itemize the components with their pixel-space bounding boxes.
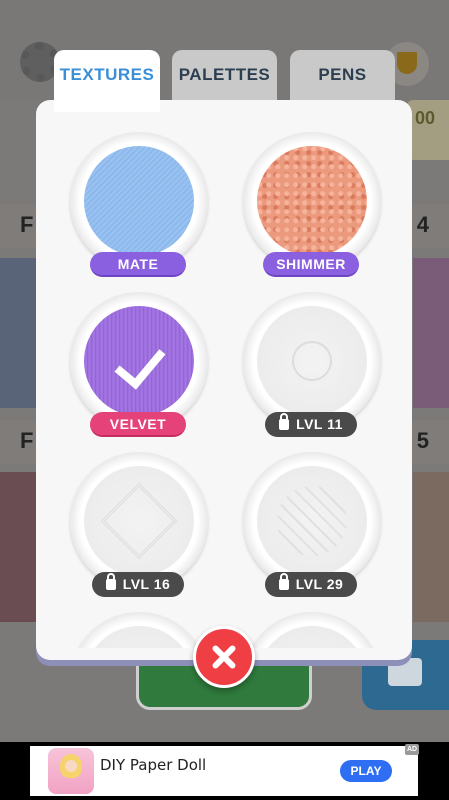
- coins-counter: 00: [407, 100, 449, 160]
- paper-doll-app-icon[interactable]: [48, 748, 94, 794]
- ad-banner[interactable]: DIY Paper Doll PLAY: [30, 746, 418, 796]
- close-button[interactable]: [193, 626, 255, 688]
- diamond-pattern: [100, 482, 178, 560]
- lock-icon: [278, 573, 289, 590]
- tab-pens[interactable]: PENS: [290, 50, 395, 105]
- texture-item-shimmer[interactable]: SHIMMER: [243, 132, 381, 282]
- texture-jar: [70, 612, 208, 648]
- texture-jar: [243, 132, 381, 270]
- damask-pattern: [283, 332, 341, 390]
- section-count: 4: [416, 212, 429, 237]
- texture-jar: [243, 612, 381, 648]
- texture-item-velvet[interactable]: VELVET: [70, 292, 208, 442]
- texture-item-partial[interactable]: [243, 612, 381, 648]
- checkmark-icon: [114, 336, 166, 390]
- background-thumbnail: [413, 472, 449, 622]
- texture-item-locked-11[interactable]: LVL 11: [243, 292, 381, 442]
- section-title: F: [20, 212, 34, 237]
- locked-swatch: [84, 466, 194, 576]
- texture-jar: [70, 132, 208, 270]
- locked-swatch: [257, 306, 367, 416]
- background-thumbnail: [0, 472, 36, 622]
- level-lock-badge: LVL 11: [265, 412, 357, 437]
- coins-value: 00: [415, 108, 436, 128]
- level-lock-badge: LVL 16: [92, 572, 184, 597]
- locked-swatch: [84, 626, 194, 648]
- lock-icon: [279, 413, 290, 430]
- texture-jar: [70, 452, 208, 590]
- background-thumbnail: [0, 258, 36, 408]
- texture-label: LVL 11: [296, 416, 343, 432]
- section-count: 5: [416, 428, 429, 453]
- texture-item-partial[interactable]: [70, 612, 208, 648]
- texture-jar: [243, 292, 381, 430]
- tab-textures[interactable]: TEXTURES: [54, 50, 160, 112]
- ad-tag: AD: [405, 744, 419, 755]
- texture-label: LVL 16: [122, 576, 171, 592]
- background-thumbnail: [413, 258, 449, 408]
- textures-panel: MATE SHIMMER VELVET LVL 11 LVL 16 LVL 29: [36, 100, 412, 660]
- locked-swatch: [257, 466, 367, 576]
- texture-jar: [243, 452, 381, 590]
- locked-swatch: [257, 626, 367, 648]
- texture-label: VELVET: [90, 412, 186, 437]
- texture-label: SHIMMER: [263, 252, 359, 277]
- shimmer-swatch: [257, 146, 367, 256]
- texture-item-mate[interactable]: MATE: [70, 132, 208, 282]
- level-lock-badge: LVL 29: [265, 572, 357, 597]
- texture-item-locked-29[interactable]: LVL 29: [243, 452, 381, 602]
- ad-play-button[interactable]: PLAY: [340, 760, 392, 782]
- mate-swatch: [84, 146, 194, 256]
- ad-title[interactable]: DIY Paper Doll: [100, 756, 206, 774]
- texture-label: MATE: [90, 252, 186, 277]
- lock-icon: [105, 573, 116, 590]
- section-title: F: [20, 428, 34, 453]
- velvet-swatch: [84, 306, 194, 416]
- texture-grid[interactable]: MATE SHIMMER VELVET LVL 11 LVL 16 LVL 29: [36, 100, 412, 648]
- texture-item-locked-16[interactable]: LVL 16: [70, 452, 208, 602]
- texture-label: LVL 29: [295, 576, 344, 592]
- tile-pattern: [277, 486, 347, 556]
- tab-palettes[interactable]: PALETTES: [172, 50, 277, 105]
- texture-jar: [70, 292, 208, 430]
